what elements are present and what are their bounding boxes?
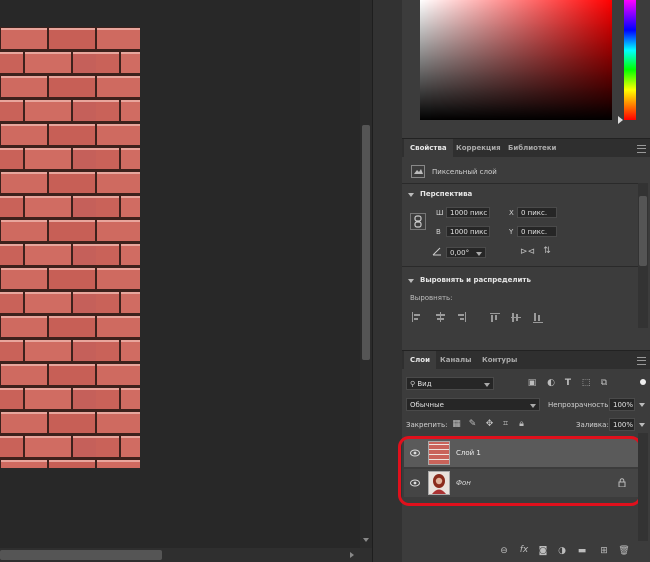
filter-adjustment-icon[interactable]: ◐ <box>545 378 557 388</box>
opacity-field[interactable]: 100% <box>609 398 635 411</box>
lock-transparent-pixels-icon[interactable]: ▦ <box>451 419 462 429</box>
layers-bottom-toolbar: ⊖ fx ◙ ◑ ▬ ⊞ 🗑︎ <box>402 542 650 562</box>
blend-dropdown-icon[interactable] <box>530 404 536 408</box>
lock-all-icon[interactable]: 🔒︎ <box>516 419 527 429</box>
layer-kind-label: Пиксельный слой <box>432 168 497 176</box>
properties-scroll-thumb[interactable] <box>639 196 647 266</box>
x-label: X <box>509 209 514 217</box>
divider <box>402 266 638 267</box>
flip-vertical-icon[interactable]: ⇅ <box>541 246 553 256</box>
filter-type-icon[interactable]: T <box>562 378 574 388</box>
filter-shape-icon[interactable]: ⬚ <box>580 378 592 388</box>
color-picker-field[interactable] <box>420 0 612 120</box>
blend-mode-value: Обычные <box>410 401 444 409</box>
add-mask-icon[interactable]: ◙ <box>537 546 549 556</box>
perspective-section-title: Перспектива <box>420 190 473 198</box>
layers-tabbar: Слои Каналы Контуры <box>402 350 650 369</box>
flip-horizontal-icon[interactable]: ⊳⊲ <box>520 247 535 257</box>
tab-paths[interactable]: Контуры <box>476 351 523 369</box>
fill-dropdown-icon[interactable] <box>639 423 645 427</box>
height-field[interactable]: 1000 пикс <box>446 226 490 237</box>
lock-position-icon[interactable]: ✥ <box>484 419 495 429</box>
angle-field[interactable]: 0,00° <box>446 247 486 258</box>
properties-menu-icon[interactable] <box>637 145 646 153</box>
perspective-collapse-icon[interactable] <box>408 193 414 197</box>
hue-slider-arrow-icon[interactable] <box>618 116 623 124</box>
y-label: Y <box>509 228 514 236</box>
filter-pixel-icon[interactable]: ▣ <box>526 378 538 388</box>
new-layer-icon[interactable]: ⊞ <box>598 546 610 556</box>
scroll-right-arrow-icon[interactable] <box>350 552 354 558</box>
height-label: В <box>436 228 441 236</box>
highlight-annotation <box>398 436 642 506</box>
layer-filter-select[interactable]: ⚲ Вид <box>406 377 494 390</box>
y-field[interactable]: 0 пикс. <box>517 226 557 237</box>
brick-wall-image <box>0 27 140 468</box>
angle-icon <box>432 247 442 256</box>
tab-channels[interactable]: Каналы <box>434 351 477 369</box>
width-label: Ш <box>436 209 444 217</box>
tab-adjustments[interactable]: Коррекция <box>450 139 507 157</box>
align-subtitle: Выровнять: <box>410 294 453 302</box>
angle-value: 0,00° <box>450 249 470 257</box>
hue-slider[interactable] <box>624 0 636 120</box>
link-dimensions-icon[interactable] <box>410 213 426 230</box>
filter-toggle-icon[interactable] <box>640 379 646 385</box>
tab-properties[interactable]: Свойства <box>404 139 453 157</box>
fill-label: Заливка: <box>576 421 609 429</box>
layer-style-fx-icon[interactable]: fx <box>518 545 530 555</box>
divider <box>402 183 638 184</box>
opacity-label: Непрозрачность: <box>548 401 611 409</box>
layer-filter-value: Вид <box>417 380 432 388</box>
align-buttons-row <box>410 312 550 324</box>
search-icon: ⚲ <box>410 380 416 388</box>
align-collapse-icon[interactable] <box>408 279 414 283</box>
filter-smart-object-icon[interactable]: ⧉ <box>598 378 610 388</box>
new-adjustment-layer-icon[interactable]: ◑ <box>556 546 568 556</box>
new-group-icon[interactable]: ▬ <box>576 546 588 556</box>
pixel-layer-icon <box>411 165 425 178</box>
layers-menu-icon[interactable] <box>637 357 646 365</box>
lock-image-pixels-icon[interactable]: ✎ <box>467 419 478 429</box>
opacity-dropdown-icon[interactable] <box>639 403 645 407</box>
width-field[interactable]: 1000 пикс <box>446 207 490 218</box>
x-field[interactable]: 0 пикс. <box>517 207 557 218</box>
lock-artboard-icon[interactable]: ⌗ <box>500 419 511 429</box>
tab-libraries[interactable]: Библиотеки <box>502 139 562 157</box>
scroll-down-arrow-icon[interactable] <box>363 538 369 542</box>
tab-layers[interactable]: Слои <box>404 351 436 369</box>
delete-layer-icon[interactable]: 🗑︎ <box>618 546 630 556</box>
align-section-title: Выровнять и распределить <box>420 276 531 284</box>
properties-tabbar: Свойства Коррекция Библиотеки <box>402 138 650 157</box>
canvas-vertical-scroll-thumb[interactable] <box>362 125 370 360</box>
blend-mode-select[interactable]: Обычные <box>406 398 540 411</box>
fill-field[interactable]: 100% <box>609 418 635 431</box>
canvas-horizontal-scroll-thumb[interactable] <box>0 550 162 560</box>
angle-dropdown-icon[interactable] <box>476 252 482 256</box>
layers-scrollbar[interactable] <box>638 433 648 541</box>
filter-dropdown-icon[interactable] <box>484 383 490 387</box>
link-layers-icon[interactable]: ⊖ <box>498 546 510 556</box>
lock-label: Закрепить: <box>406 421 448 429</box>
